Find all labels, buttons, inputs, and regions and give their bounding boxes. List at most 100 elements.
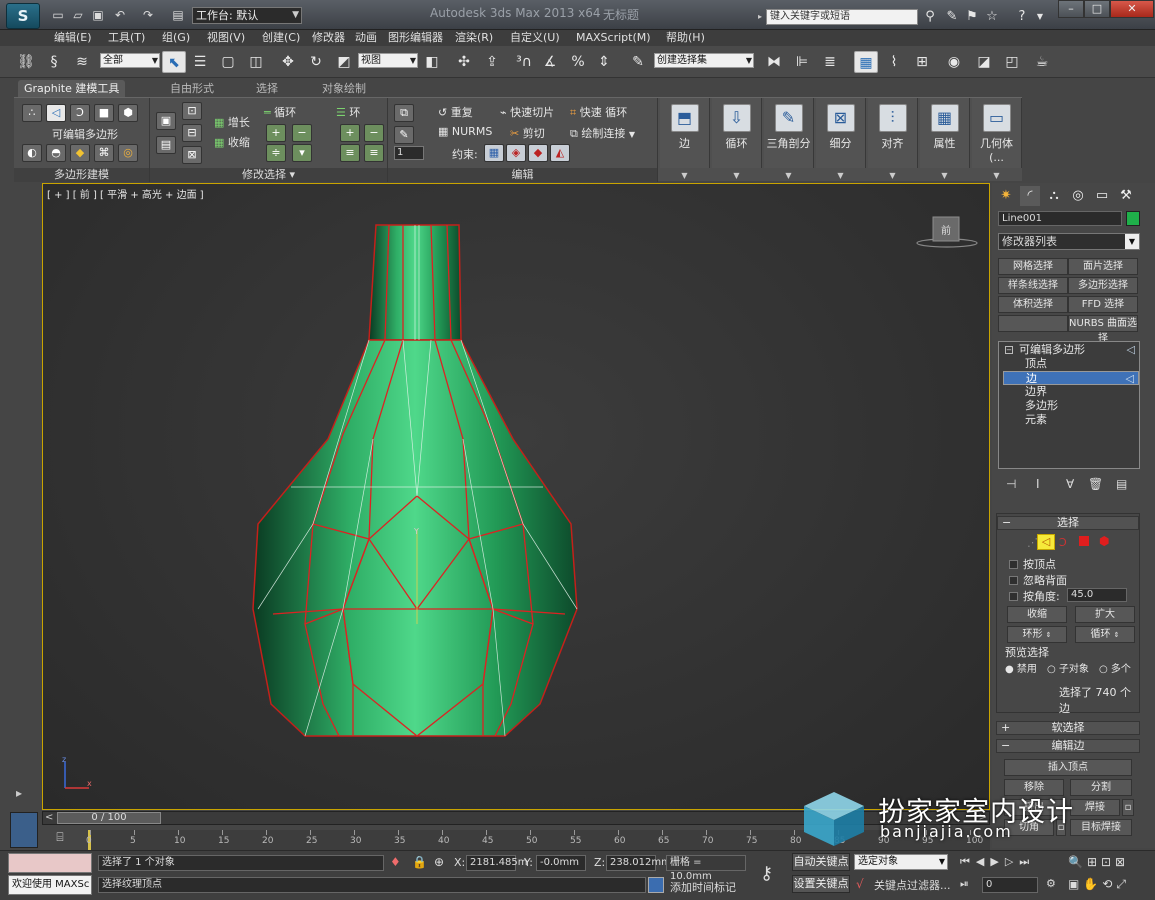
time-slider-thumb[interactable]: 0 / 100 — [57, 812, 161, 824]
menu-graph-editors[interactable]: 图形编辑器 — [388, 30, 443, 46]
key-filters-button[interactable]: 关键点过滤器... — [874, 877, 951, 893]
collapse-stack-icon[interactable]: ◓ — [46, 144, 66, 162]
stack-previous-icon[interactable]: ◐ — [22, 144, 42, 162]
shrink-loop-icon[interactable]: − — [292, 124, 312, 142]
app-logo-icon[interactable]: S — [6, 3, 40, 29]
communication-icon[interactable]: ⚑ — [964, 9, 980, 25]
menu-maxscript[interactable]: MAXScript(M) — [576, 30, 651, 46]
pivot-center-icon[interactable]: ◧ — [420, 51, 444, 73]
lock-selection-icon[interactable]: 🔒 — [412, 855, 427, 869]
reference-coord-dropdown[interactable]: 视图 ▼ — [358, 53, 418, 68]
help-icon[interactable]: ? — [1014, 9, 1030, 25]
shrink-button[interactable]: ▦ 收缩 — [214, 134, 250, 150]
rendered-frame-icon[interactable]: ◰ — [1000, 51, 1024, 73]
motion-tab-icon[interactable]: ◎ — [1068, 186, 1088, 206]
new-file-icon[interactable]: ▭ — [50, 7, 66, 23]
redo-icon[interactable]: ↷ — [140, 7, 156, 23]
auto-key-button[interactable]: 自动关键点 — [792, 853, 850, 871]
menu-customize[interactable]: 自定义(U) — [510, 30, 560, 46]
object-name-field[interactable]: Line001 — [998, 211, 1122, 226]
utilities-tab-icon[interactable]: ⚒ — [1116, 186, 1136, 206]
unlink-icon[interactable]: § — [42, 51, 66, 73]
search-expand-icon[interactable]: ▸ — [758, 9, 766, 25]
subdivide-panel-button[interactable]: ⊠ 细分 ▼ — [816, 98, 866, 180]
named-selection-dropdown[interactable]: 创建选择集 ▼ — [654, 53, 754, 68]
configure-sets-icon[interactable]: ▤ — [1116, 477, 1127, 491]
z-coordinate-field[interactable]: 238.012mm — [606, 855, 671, 871]
spline-select-button[interactable]: 样条线选择 — [998, 277, 1068, 294]
stack-polygon[interactable]: 多边形 — [1003, 399, 1139, 413]
open-file-icon[interactable]: ▱ — [70, 7, 86, 23]
y-coordinate-field[interactable]: -0.0mm — [536, 855, 586, 871]
shrink-ring-icon[interactable]: − — [364, 124, 384, 142]
show-end-result-icon[interactable]: ◆ — [70, 144, 90, 162]
preview-disabled-radio[interactable]: ● 禁用 — [1005, 660, 1037, 675]
tab-selection[interactable]: 选择 — [250, 80, 284, 97]
pin-selection-icon[interactable]: ⊡ — [182, 102, 202, 120]
move-icon[interactable]: ✥ — [276, 51, 300, 73]
ring-button[interactable]: ☰ 环 — [336, 104, 360, 120]
selection-preview-icon[interactable]: ▣ — [156, 112, 176, 130]
grow-button[interactable]: ▦ 增长 — [214, 114, 250, 130]
hierarchy-tab-icon[interactable]: ⛬ — [1044, 186, 1064, 206]
stack-edge[interactable]: 边 ◁ — [1003, 371, 1139, 385]
remove-modifier-icon[interactable]: 🗑 — [1088, 477, 1103, 491]
viewport-front[interactable]: [ + ] [ 前 ] [ 平滑 + 高光 + 边面 ] 前 Y z x — [42, 183, 990, 810]
split-button[interactable]: 分割 — [1070, 779, 1132, 796]
layer-manager-icon[interactable]: ≣ — [818, 51, 842, 73]
x-coordinate-field[interactable]: 2181.485m — [466, 855, 527, 871]
geometry-panel-button[interactable]: ▭ 几何体 (... ▼ — [972, 98, 1022, 180]
align-panel-button[interactable]: ⫶ 对齐 ▼ — [868, 98, 918, 180]
mirror-icon[interactable]: ⧓ — [762, 51, 786, 73]
rect-selection-icon[interactable]: ▢ — [216, 51, 240, 73]
workspace-dropdown[interactable]: 工作台: 默认 ▼ — [192, 7, 302, 24]
modifier-list-dropdown[interactable]: 修改器列表 ▼ — [998, 233, 1140, 250]
isolate-icon[interactable]: ◎ — [118, 144, 138, 162]
spin-field[interactable]: 1 — [394, 146, 424, 160]
constraint-normal-icon[interactable]: ◭ — [550, 144, 570, 162]
render-setup-icon[interactable]: ◪ — [972, 51, 996, 73]
ffd-select-button[interactable]: FFD 选择 — [1068, 296, 1138, 313]
repeat-button[interactable]: ↺ 重复 — [438, 104, 473, 120]
constraint-face-icon[interactable]: ◆ — [528, 144, 548, 162]
stack-element[interactable]: 元素 — [1003, 413, 1139, 427]
stack-editable-poly[interactable]: − 可编辑多边形 ◁ — [1003, 343, 1139, 357]
element-level-icon[interactable]: ⬢ — [1099, 534, 1109, 548]
pin-stack-icon[interactable]: ⊣ — [1006, 477, 1016, 491]
stack-vertex[interactable]: 顶点 — [1003, 357, 1139, 371]
set-key-icon[interactable]: ⚷ — [760, 863, 773, 884]
vertex-mode-icon[interactable]: ∴ — [22, 104, 42, 122]
save-icon[interactable]: ▣ — [90, 7, 106, 23]
curve-editor-icon[interactable]: ⌇ — [882, 51, 906, 73]
element-mode-icon[interactable]: ⬢ — [118, 104, 138, 122]
nurms-button[interactable]: ▦ NURMS — [438, 125, 492, 138]
collapse-icon[interactable]: − — [1005, 346, 1013, 354]
tab-graphite[interactable]: Graphite 建模工具 — [18, 80, 126, 97]
select-manipulate-icon[interactable]: ✣ — [452, 51, 476, 73]
edges-panel-button[interactable]: ⬒ 边 ▼ — [660, 98, 710, 180]
edge-mode-icon[interactable]: ◁ — [46, 104, 66, 122]
align-icon[interactable]: ⊫ — [790, 51, 814, 73]
constraint-edge-icon[interactable]: ◈ — [506, 144, 526, 162]
menu-animation[interactable]: 动画 — [355, 30, 377, 46]
percent-snap-icon[interactable]: % — [566, 51, 590, 73]
menu-modifiers[interactable]: 修改器 — [312, 30, 345, 46]
set-key-button[interactable]: 设置关键点 — [792, 875, 850, 893]
current-frame-field[interactable]: 0 — [982, 877, 1038, 893]
paintconnect-button[interactable]: ⧉ 绘制连接 ▼ — [570, 125, 635, 141]
angle-snap-icon[interactable]: ∡ — [538, 51, 562, 73]
scale-icon[interactable]: ◩ — [332, 51, 356, 73]
modify-tab-icon[interactable]: ◜ — [1020, 186, 1040, 206]
tweak-icon[interactable]: ✎ — [394, 126, 414, 144]
poly-select-button[interactable]: 多边形选择 — [1068, 277, 1138, 294]
selection-filter-dropdown[interactable]: 全部 ▼ — [100, 53, 160, 68]
by-angle-checkbox[interactable] — [1009, 592, 1018, 601]
time-config-icon[interactable]: ⚙ — [1046, 877, 1056, 890]
key-mode-toggle-icon[interactable]: ⏯ — [960, 877, 969, 891]
rollout-soft-selection[interactable]: + 软选择 — [996, 721, 1140, 735]
menu-edit[interactable]: 编辑(E) — [54, 30, 92, 46]
toggle-command-panel-icon[interactable]: ⌘ — [94, 144, 114, 162]
menu-views[interactable]: 视图(V) — [207, 30, 245, 46]
target-weld-button[interactable]: 目标焊接 — [1070, 819, 1132, 836]
maxscript-mini-icon[interactable]: ▸ — [16, 786, 32, 802]
